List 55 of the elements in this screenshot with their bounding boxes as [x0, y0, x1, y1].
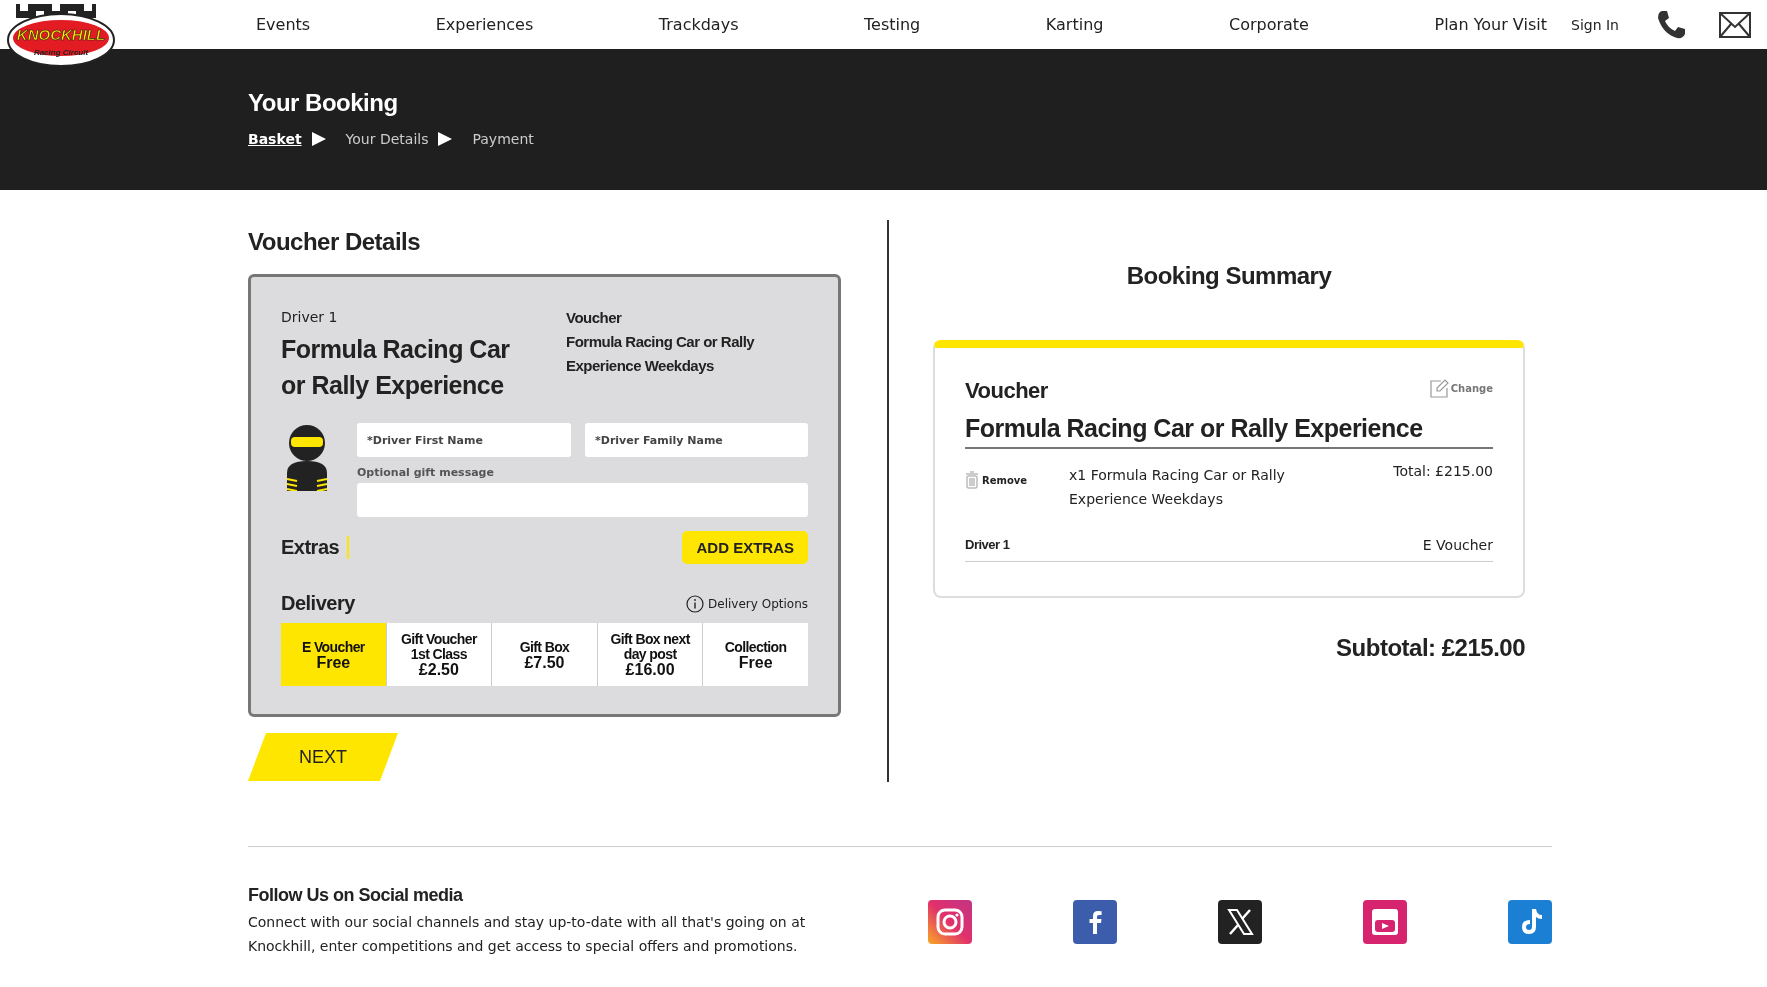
item-total: Total: £215.00 [1392, 463, 1493, 481]
delivery-option[interactable]: Gift Box £7.50 [492, 623, 598, 686]
product-title: Formula Racing Car or Rally Experience [281, 334, 511, 401]
video-icon[interactable] [1363, 899, 1407, 944]
nav-link[interactable]: Testing [864, 15, 921, 34]
arrow-icon [438, 132, 453, 146]
mail-icon[interactable] [1719, 11, 1751, 38]
nav-link[interactable]: Plan Your Visit [1434, 15, 1547, 34]
nav-link[interactable]: Karting [1045, 15, 1104, 34]
voucher-label: Voucher [566, 309, 623, 326]
delivery-option[interactable]: Gift Voucher 1st Class £2.50 [386, 623, 493, 686]
delivery-label: Delivery [281, 592, 355, 615]
driver-label: Driver 1 [281, 309, 339, 325]
input-field[interactable]: *Driver First Name [357, 423, 571, 457]
info-icon [686, 594, 705, 613]
next-button[interactable]: NEXT [248, 733, 398, 781]
trash-icon [965, 471, 979, 489]
breadcrumb-step[interactable]: Basket [248, 131, 302, 147]
delivery-option[interactable]: Gift Box next day post £16.00 [597, 623, 704, 686]
input-field[interactable]: *Driver Family Name [585, 423, 808, 457]
phone-icon[interactable] [1655, 8, 1687, 41]
delivery-option[interactable]: Collection Free [703, 623, 808, 686]
x-logo-icon[interactable] [1218, 899, 1262, 944]
item-type: Voucher [965, 378, 1048, 404]
sign-in-link[interactable]: Sign In [1571, 16, 1619, 33]
footer-heading: Follow Us on Social media [248, 885, 464, 906]
nav-link[interactable]: Events [256, 15, 311, 34]
nav-link[interactable]: Trackdays [658, 15, 739, 34]
arrow-icon [311, 132, 326, 146]
change-link[interactable]: Change [1428, 378, 1493, 398]
facebook-icon[interactable] [1073, 899, 1117, 944]
voucher-name: Formula Racing Car or Rally Experience Weekdays [566, 332, 756, 376]
driver-label: Driver 1 [965, 537, 1010, 553]
page-title: Your Booking [248, 89, 399, 117]
section-heading: Voucher Details [248, 228, 422, 256]
item-description: x1 Formula Racing Car or Rally Experience Weekdays [1069, 466, 1286, 509]
extras-label: Extras [281, 536, 350, 559]
delivery-option[interactable]: E Voucher Free [281, 623, 387, 686]
nav-link[interactable]: Experiences [435, 15, 534, 34]
subtotal: Subtotal: £215.00 [1335, 634, 1525, 662]
instagram-icon[interactable] [928, 899, 972, 944]
gift-message-field[interactable] [357, 483, 808, 517]
breadcrumb-step[interactable]: Your Details [345, 131, 429, 147]
tiktok-icon[interactable] [1508, 899, 1552, 944]
section-heading: Booking Summary [1125, 262, 1333, 290]
product-title: Formula Racing Car or Rally Experience [965, 404, 1493, 449]
footer-text: Connect with our social channels and stay up-to-date with all that's going on at Knockhill, enter competitions and get access to special offers and promotions. [248, 913, 807, 956]
breadcrumb-step[interactable]: Payment [472, 131, 534, 147]
add-extras-button[interactable]: ADD EXTRAS [682, 531, 808, 564]
edit-icon [1428, 378, 1449, 398]
delivery-options-link[interactable]: Delivery Options [686, 594, 808, 613]
remove-link[interactable]: Remove [965, 471, 1069, 489]
nav-link[interactable]: Corporate [1228, 15, 1309, 34]
field-label: Optional gift message [357, 466, 495, 479]
delivery-type: E Voucher [1422, 537, 1493, 553]
